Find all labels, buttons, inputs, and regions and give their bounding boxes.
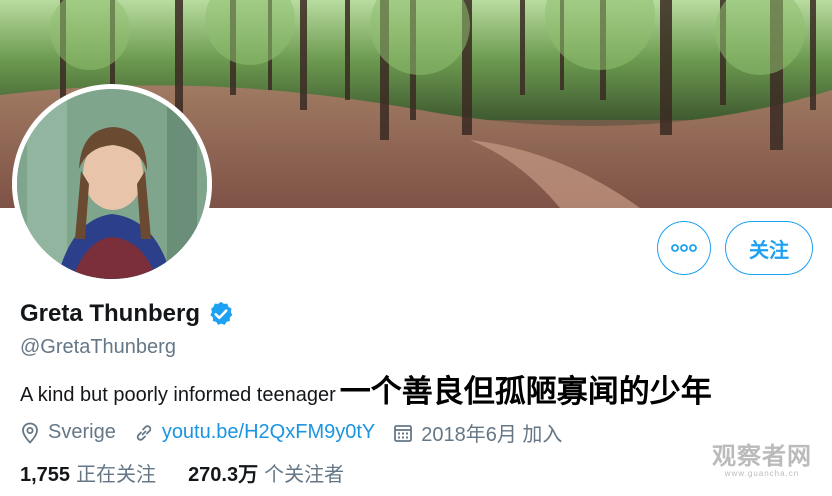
more-options-button[interactable]: [657, 221, 711, 275]
followers-stat[interactable]: 270.3万 个关注者: [188, 458, 344, 487]
following-label: 正在关注: [76, 464, 157, 486]
following-stat[interactable]: 1,755 正在关注: [20, 458, 156, 487]
follow-button[interactable]: 关注: [725, 221, 813, 275]
display-name: Greta Thunberg: [20, 300, 201, 327]
follow-stats: 1,755 正在关注 270.3万 个关注者: [20, 458, 376, 487]
watermark-url: www.guancha.cn: [724, 469, 800, 478]
website-item[interactable]: youtu.be/H2QxFM9y0tY: [134, 421, 375, 444]
location-pin-icon: [22, 422, 38, 444]
watermark-text: 观察者网: [712, 443, 812, 470]
followers-label: 个关注者: [264, 464, 345, 486]
bio-chinese-caption: 一个善良但孤陋寡闻的少年: [339, 374, 712, 409]
website-link[interactable]: youtu.be/H2QxFM9y0tY: [162, 421, 375, 444]
link-icon: [136, 424, 152, 441]
joined-item: 2018年6月 加入: [393, 418, 562, 447]
avatar-photo: [17, 89, 207, 279]
following-count: 1,755: [20, 464, 71, 486]
joined-date: 2018年6月 加入: [421, 424, 563, 446]
profile-meta: Sverige youtu.be/H2QxFM9y0tY 2018年6月 加入: [20, 418, 580, 447]
profile-bio: A kind but poorly informed teenager 一个善良…: [20, 366, 712, 411]
location-text: Sverige: [48, 421, 116, 443]
calendar-icon: [394, 424, 413, 442]
user-handle: @GretaThunberg: [20, 336, 176, 358]
followers-count: 270.3万: [188, 464, 259, 486]
bio-english: A kind but poorly informed teenager: [20, 384, 336, 406]
location-item: Sverige: [20, 421, 116, 444]
profile-avatar[interactable]: [12, 84, 212, 284]
watermark: 观察者网 www.guancha.cn: [712, 436, 812, 478]
more-dots-icon: [671, 244, 697, 252]
name-row: Greta Thunberg: [20, 300, 235, 328]
verified-badge-icon: [210, 301, 233, 325]
